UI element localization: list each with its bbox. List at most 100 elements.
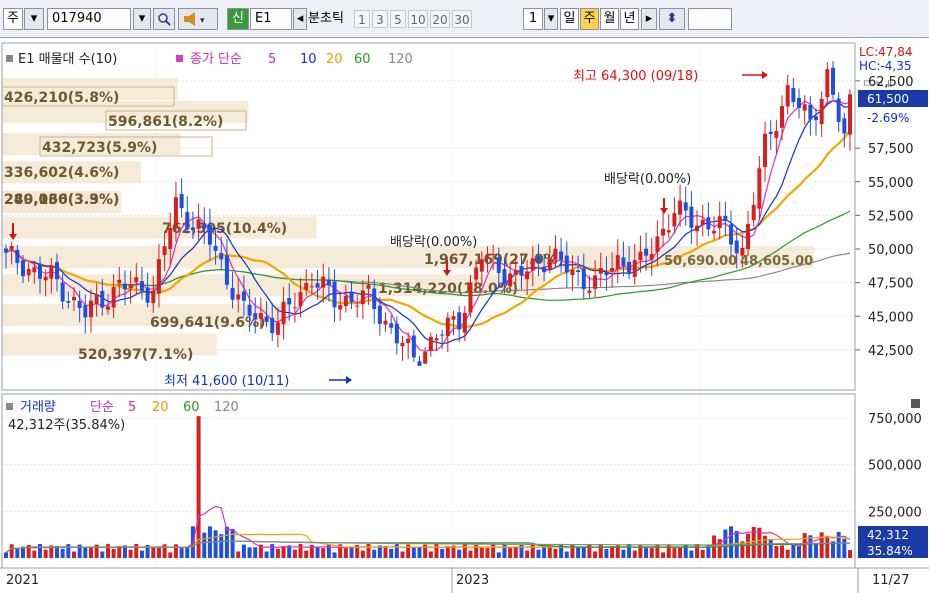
candle-body (66, 300, 71, 303)
candle-body (797, 97, 802, 108)
volume-bar (553, 548, 558, 558)
legend-ma60: 60 (354, 52, 371, 67)
candle-body (553, 248, 558, 259)
candle-body (54, 262, 59, 280)
number-button-10[interactable]: 10 (408, 10, 428, 28)
blank-input[interactable] (688, 8, 732, 30)
code-dropdown-button[interactable]: ▾ (133, 8, 151, 30)
candle-body (315, 283, 320, 288)
volume-bar (173, 544, 178, 558)
volume-bar (723, 529, 728, 558)
volume-bar (37, 544, 42, 558)
volume-bar (593, 551, 598, 558)
volume-profile-label: 336,602(4.6%) (4, 165, 119, 181)
candle-body (298, 292, 303, 307)
volume-bar (292, 549, 297, 558)
number-button-1[interactable]: 1 (354, 10, 370, 28)
count-input[interactable]: 1 (523, 8, 543, 30)
volume-bar (547, 546, 552, 558)
volume-bar (360, 550, 365, 558)
count-dropdown-button[interactable]: ▾ (544, 8, 558, 30)
period-week-button[interactable]: 주 (580, 8, 599, 30)
interval-tick-button[interactable]: 틱 (332, 11, 344, 26)
interval-second-button[interactable]: 초 (320, 11, 332, 26)
x-label-end: 11/27 (872, 573, 909, 588)
candle-body (247, 304, 252, 316)
volume-bar (128, 549, 133, 558)
price-legend-ma: 종가 단순 (190, 52, 242, 67)
candle-body (26, 268, 31, 276)
volume-bar (105, 544, 110, 558)
candle-body (768, 131, 773, 134)
candle-body (122, 283, 127, 290)
speaker-icon[interactable]: ▾ (178, 8, 218, 30)
info-hc: HC:-4,35 (859, 59, 912, 73)
candle-body (638, 251, 643, 261)
candle-body (134, 277, 139, 283)
candle-body (791, 87, 796, 102)
current-volume: 42,312 (867, 528, 909, 542)
volume-bar (60, 548, 65, 558)
volume-bar (457, 549, 462, 558)
vlegend-ma20: 20 (152, 400, 169, 415)
volume-bar (247, 547, 252, 558)
volume-bar (530, 544, 535, 558)
candle-body (20, 260, 25, 277)
period-dropdown-button[interactable]: ▾ (24, 8, 44, 30)
volume-bar (632, 550, 637, 558)
candle-body (9, 246, 14, 250)
candle-body (474, 267, 479, 280)
volume-bar (43, 549, 48, 558)
number-button-30[interactable]: 30 (452, 10, 472, 28)
candle-body (485, 255, 490, 257)
period-day-button[interactable]: 일 (560, 8, 579, 30)
candle-body (309, 286, 314, 288)
volume-bar (502, 544, 507, 558)
candle-body (185, 212, 190, 230)
volume-bar (848, 550, 852, 558)
candle-body (496, 257, 501, 273)
candle-body (60, 282, 65, 302)
candle-body (542, 266, 547, 273)
vlegend-ma5: 5 (128, 400, 136, 415)
candle-body (406, 338, 411, 344)
volume-bar (134, 544, 139, 558)
number-button-5[interactable]: 5 (390, 10, 406, 28)
period-month-button[interactable]: 월 (600, 8, 619, 30)
toolbar: 주 ▾ 017940 ▾ ▾ 신 E1 ◂ 분초틱 1 3 5 10 20 30… (0, 0, 929, 38)
period-select[interactable]: 주 (3, 8, 23, 30)
prev-arrow-button[interactable]: ◂ (293, 8, 307, 30)
next-arrow-button[interactable]: ▸ (641, 8, 657, 30)
interval-minute-button[interactable]: 분 (308, 11, 320, 26)
candle-body (190, 227, 195, 231)
candle-body (88, 300, 93, 318)
period-year-button[interactable]: 년 (620, 8, 639, 30)
candle-body (593, 275, 598, 289)
price-tick-label: 45,000 (868, 310, 914, 325)
candle-body (292, 307, 297, 309)
search-icon[interactable] (153, 8, 175, 30)
volume-tick-label: 250,000 (868, 505, 922, 520)
number-button-3[interactable]: 3 (372, 10, 388, 28)
stock-name-field: E1 (250, 8, 292, 30)
volume-bar (536, 549, 541, 558)
volume-bar (281, 545, 286, 558)
sort-arrows-icon[interactable]: ⬍ (659, 8, 685, 30)
number-button-20[interactable]: 20 (430, 10, 450, 28)
volume-bar (366, 544, 371, 558)
volume-bar (814, 543, 819, 558)
volume-bar (666, 544, 671, 558)
candle-body (695, 225, 700, 232)
candle-body (661, 228, 666, 236)
volume-bar (678, 546, 683, 558)
volume-bar (819, 532, 824, 558)
price-legend-title: E1 매물대 수(10) (18, 52, 117, 67)
volume-bar (785, 549, 790, 558)
volume-tick-label: 750,000 (868, 412, 922, 427)
volume-bar (445, 545, 450, 558)
vlegend-ma60: 60 (183, 400, 200, 415)
stock-code-input[interactable]: 017940 (47, 8, 131, 30)
candle-body (332, 281, 337, 308)
volume-bar (649, 548, 654, 558)
volume-legend-title: 거래량 (20, 400, 56, 415)
